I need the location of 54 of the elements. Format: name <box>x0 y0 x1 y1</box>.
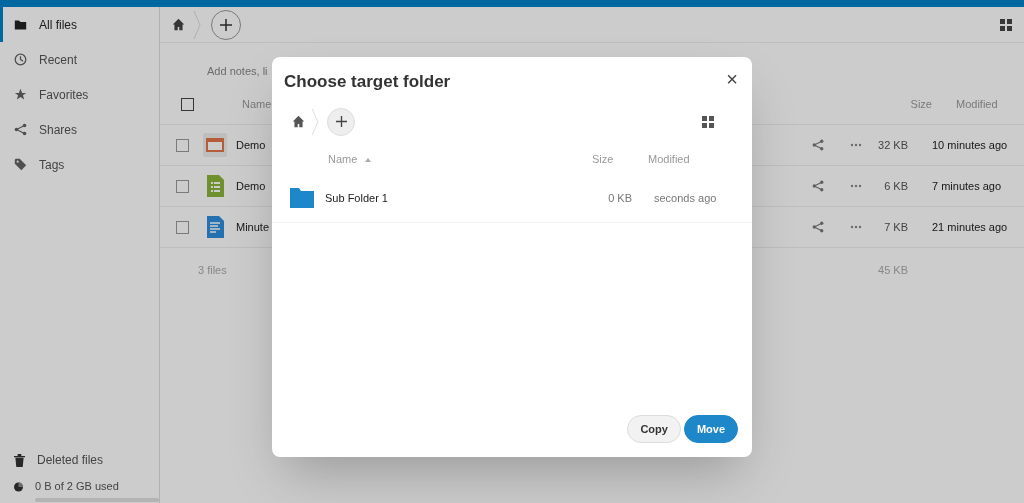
move-button[interactable]: Move <box>683 415 738 443</box>
checkbox[interactable] <box>176 138 189 152</box>
more-icon[interactable] <box>850 184 862 188</box>
breadcrumb-chevron-icon <box>193 9 201 40</box>
more-icon[interactable] <box>850 143 862 147</box>
folder-size: 0 KB <box>607 190 632 206</box>
close-button[interactable]: × <box>726 69 738 89</box>
copy-button[interactable]: Copy <box>627 415 681 443</box>
file-name[interactable]: Demo <box>236 136 266 154</box>
clock-icon <box>14 53 27 66</box>
grid-view-icon[interactable] <box>1000 18 1012 31</box>
file-name[interactable]: Demo <box>236 177 266 195</box>
sidebar-item[interactable]: All files <box>0 7 159 42</box>
checkbox[interactable] <box>181 98 194 111</box>
file-modified: 10 minutes ago <box>931 137 1009 153</box>
sort-caret-icon[interactable] <box>365 157 372 162</box>
trash-icon <box>14 453 25 467</box>
breadcrumb-chevron-icon <box>311 107 319 136</box>
sidebar-item[interactable]: Deleted files <box>0 445 159 475</box>
plus-icon <box>335 116 347 127</box>
file-size: 6 KB <box>883 178 908 194</box>
more-icon[interactable] <box>850 225 862 229</box>
share-icon[interactable] <box>812 139 824 151</box>
folder-modified: seconds ago <box>653 190 718 206</box>
plus-icon <box>220 18 232 31</box>
checkbox[interactable] <box>176 220 189 234</box>
sidebar-item[interactable]: Tags <box>0 147 159 182</box>
sidebar-item[interactable]: Favorites <box>0 77 159 112</box>
tag-icon <box>14 158 27 171</box>
home-icon[interactable] <box>292 115 305 128</box>
total-size: 45 KB <box>877 262 908 278</box>
notes-field[interactable]: Add notes, li <box>207 62 268 79</box>
dialog-title: Choose target folder <box>284 71 451 93</box>
share-icon <box>14 123 27 136</box>
file-size: 7 KB <box>883 219 908 235</box>
file-modified: 21 minutes ago <box>931 219 1009 235</box>
share-icon[interactable] <box>812 180 824 192</box>
share-icon[interactable] <box>812 221 824 233</box>
star-icon <box>14 88 27 101</box>
pie-chart-icon <box>14 481 23 493</box>
home-icon[interactable] <box>172 18 185 31</box>
sidebar-item[interactable]: Shares <box>0 112 159 147</box>
grid-view-icon[interactable] <box>702 115 714 128</box>
file-modified: 7 minutes ago <box>931 178 1003 194</box>
quota-label: 0 B of 2 GB used <box>35 479 120 494</box>
file-size: 32 KB <box>877 137 908 153</box>
file-name[interactable]: Minute <box>236 218 270 236</box>
checkbox[interactable] <box>176 179 189 193</box>
file-count: 3 files <box>197 262 227 278</box>
folder-icon <box>14 18 27 31</box>
folder-name[interactable]: Sub Folder 1 <box>325 189 388 207</box>
sidebar-item[interactable]: Recent <box>0 42 159 77</box>
presentation-file-icon <box>203 133 227 157</box>
folder-icon <box>290 188 314 208</box>
